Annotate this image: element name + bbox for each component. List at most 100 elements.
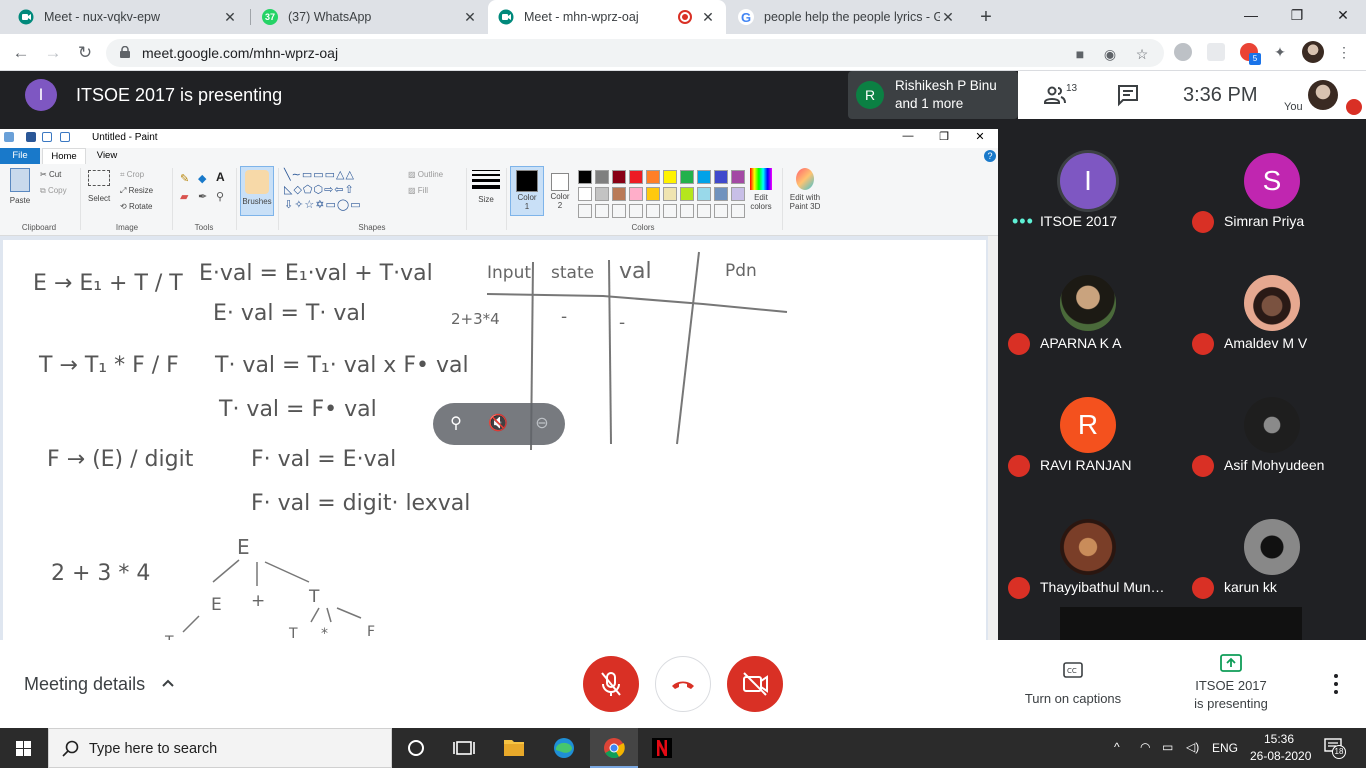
taskbar-time[interactable]: 15:36 bbox=[1264, 732, 1294, 746]
palette-swatch[interactable] bbox=[680, 187, 694, 201]
close-tab-icon[interactable]: ✕ bbox=[222, 9, 238, 26]
reload-button[interactable]: ↻ bbox=[74, 42, 96, 64]
taskbar-search-box[interactable]: Type here to search bbox=[48, 728, 392, 768]
fill-bucket-icon[interactable]: ◆ bbox=[198, 172, 206, 185]
chat-icon[interactable] bbox=[1116, 83, 1140, 107]
palette-empty-swatch[interactable] bbox=[697, 204, 711, 218]
volume-icon[interactable]: ◁) bbox=[1186, 740, 1199, 754]
palette-swatch[interactable] bbox=[714, 170, 728, 184]
paint-minimize-button[interactable]: — bbox=[898, 130, 918, 142]
tab-meet-nux[interactable]: Meet - nux-vqkv-epw ✕ bbox=[8, 0, 248, 34]
network-icon[interactable]: ◠ bbox=[1140, 740, 1150, 754]
extension-icon[interactable] bbox=[1174, 43, 1192, 61]
battery-icon[interactable]: ▭ bbox=[1162, 740, 1173, 754]
captions-button[interactable]: CC Turn on captions bbox=[1020, 662, 1126, 706]
close-tab-icon[interactable]: ✕ bbox=[462, 9, 478, 26]
redo-icon[interactable] bbox=[60, 132, 70, 142]
input-language[interactable]: ENG bbox=[1212, 741, 1238, 755]
palette-swatch[interactable] bbox=[612, 170, 626, 184]
maximize-button[interactable]: ❐ bbox=[1274, 0, 1320, 30]
participant-tile[interactable]: S Simran Priya bbox=[1182, 119, 1366, 241]
participant-tile[interactable]: APARNA K A bbox=[998, 241, 1182, 363]
action-center-button[interactable]: 18 bbox=[1324, 738, 1348, 759]
canvas-scrollbar[interactable] bbox=[988, 236, 998, 640]
chrome-app[interactable] bbox=[590, 728, 638, 768]
paint-file-tab[interactable]: File bbox=[0, 148, 40, 164]
help-icon[interactable]: ? bbox=[984, 150, 996, 162]
color1-button[interactable]: Color 1 bbox=[510, 166, 544, 216]
undo-icon[interactable] bbox=[42, 132, 52, 142]
cut-button[interactable]: ✂ Cut bbox=[40, 170, 61, 179]
palette-swatch[interactable] bbox=[714, 187, 728, 201]
edit-colors-button[interactable]: Edit colors bbox=[744, 168, 778, 214]
text-tool-icon[interactable]: A bbox=[216, 170, 225, 184]
palette-swatch[interactable] bbox=[731, 170, 745, 184]
color-picker-icon[interactable]: ✒ bbox=[198, 190, 207, 203]
palette-empty-swatch[interactable] bbox=[680, 204, 694, 218]
palette-swatch[interactable] bbox=[595, 170, 609, 184]
file-explorer-app[interactable] bbox=[490, 728, 538, 768]
palette-swatch[interactable] bbox=[697, 187, 711, 201]
close-tab-icon[interactable]: ✕ bbox=[940, 9, 956, 26]
pin-icon[interactable]: ⚲ bbox=[445, 413, 467, 435]
palette-empty-swatch[interactable] bbox=[578, 204, 592, 218]
color2-button[interactable]: Color 2 bbox=[546, 166, 574, 216]
paint-maximize-button[interactable]: ❐ bbox=[934, 130, 954, 143]
palette-swatch[interactable] bbox=[595, 187, 609, 201]
meeting-details-button[interactable]: Meeting details bbox=[24, 674, 145, 695]
tab-whatsapp[interactable]: 37 (37) WhatsApp ✕ bbox=[252, 0, 488, 34]
minimize-button[interactable]: — bbox=[1228, 0, 1274, 30]
palette-swatch[interactable] bbox=[680, 170, 694, 184]
paint-home-tab[interactable]: Home bbox=[42, 148, 86, 164]
close-window-button[interactable]: ✕ bbox=[1320, 0, 1366, 30]
profile-avatar[interactable] bbox=[1302, 41, 1324, 63]
paint-close-button[interactable]: ✕ bbox=[970, 130, 990, 143]
tab-meet-mhn[interactable]: Meet - mhn-wprz-oaj ✕ bbox=[488, 0, 726, 34]
palette-swatch[interactable] bbox=[663, 187, 677, 201]
palette-swatch[interactable] bbox=[629, 187, 643, 201]
palette-swatch[interactable] bbox=[578, 170, 592, 184]
participant-tile[interactable]: Thayyibathul Munav... bbox=[998, 485, 1182, 607]
brushes-button[interactable]: Brushes bbox=[240, 166, 274, 216]
cortana-button[interactable] bbox=[392, 728, 440, 768]
chrome-menu-icon[interactable]: ⋮ bbox=[1336, 44, 1352, 60]
paste-button[interactable]: Paste bbox=[8, 168, 32, 212]
magnifier-icon[interactable]: ⚲ bbox=[216, 190, 224, 203]
resize-button[interactable]: ⤢ Resize bbox=[120, 186, 153, 196]
new-tab-button[interactable]: + bbox=[975, 6, 997, 28]
participant-tile[interactable]: I ••• ITSOE 2017 bbox=[998, 119, 1182, 241]
extension-icon[interactable] bbox=[1207, 43, 1225, 61]
outline-button[interactable]: ▨ Outline bbox=[408, 170, 443, 179]
address-bar[interactable]: meet.google.com/mhn-wprz-oaj ■ ◉ ☆ bbox=[106, 39, 1164, 67]
mute-audio-icon[interactable]: 🔇 bbox=[487, 413, 509, 435]
palette-empty-swatch[interactable] bbox=[646, 204, 660, 218]
taskbar-date[interactable]: 26-08-2020 bbox=[1250, 749, 1311, 763]
palette-empty-swatch[interactable] bbox=[663, 204, 677, 218]
people-icon[interactable] bbox=[1043, 83, 1067, 107]
fill-button[interactable]: ▨ Fill bbox=[408, 186, 428, 195]
crop-button[interactable]: ⌗ Crop bbox=[120, 170, 144, 180]
show-hidden-icons[interactable]: ^ bbox=[1114, 740, 1120, 754]
back-button[interactable]: ← bbox=[10, 42, 32, 64]
close-tab-icon[interactable]: ✕ bbox=[700, 9, 716, 26]
shapes-gallery[interactable]: ╲∼▭▭▭△△ ◺◇⬠⬡⇨⇦⇧ ⇩✧☆✡▭◯▭ bbox=[284, 168, 402, 214]
puzzle-icon[interactable]: ✦ bbox=[1272, 44, 1288, 60]
palette-swatch[interactable] bbox=[663, 170, 677, 184]
participant-tile[interactable]: karun kk bbox=[1182, 485, 1366, 607]
rotate-button[interactable]: ⟲ Rotate bbox=[120, 202, 153, 211]
participant-tile[interactable]: Amaldev M V bbox=[1182, 241, 1366, 363]
bookmark-star-icon[interactable]: ☆ bbox=[1134, 46, 1150, 62]
chevron-up-icon[interactable] bbox=[161, 676, 175, 690]
mic-toggle-button[interactable] bbox=[583, 656, 639, 712]
palette-empty-swatch[interactable] bbox=[629, 204, 643, 218]
paint-view-tab[interactable]: View bbox=[90, 148, 124, 164]
palette-swatch[interactable] bbox=[646, 170, 660, 184]
palette-swatch[interactable] bbox=[646, 187, 660, 201]
leave-call-button[interactable] bbox=[655, 656, 711, 712]
forward-button[interactable]: → bbox=[42, 42, 64, 64]
palette-swatch[interactable] bbox=[629, 170, 643, 184]
remove-icon[interactable]: ⊖ bbox=[531, 413, 553, 435]
palette-empty-swatch[interactable] bbox=[714, 204, 728, 218]
extension-badge-icon[interactable]: 5 bbox=[1240, 43, 1261, 65]
copy-button[interactable]: ⧉ Copy bbox=[40, 186, 67, 196]
